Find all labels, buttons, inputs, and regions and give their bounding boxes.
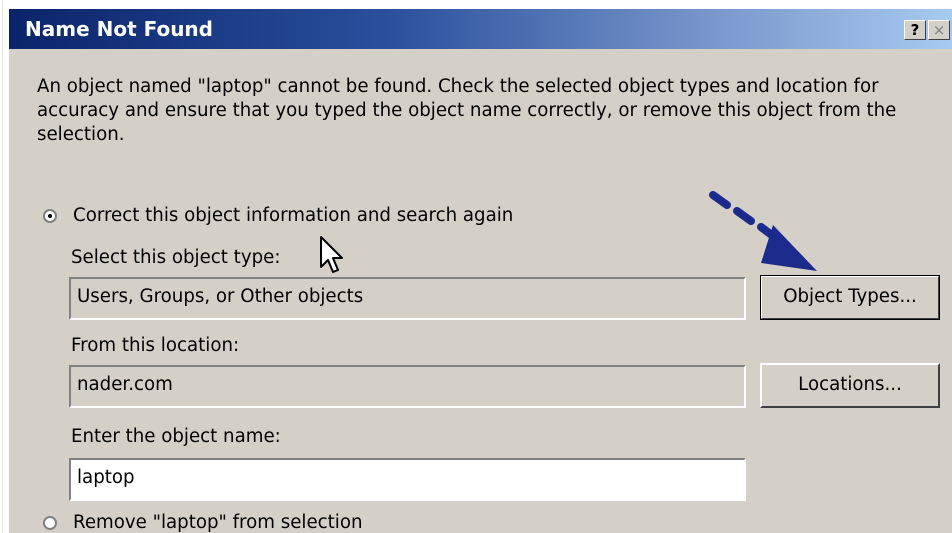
error-message: An object named "laptop" cannot be found… [37,76,897,145]
location-label: From this location: [71,335,240,356]
location-field: nader.com [69,365,746,408]
dashed-arrow-icon [709,191,817,271]
correct-option-radio[interactable] [43,209,57,223]
name-not-found-dialog: Name Not Found ? × An object named "lapt… [9,9,952,533]
correct-option-label[interactable]: Correct this object information and sear… [73,204,513,228]
remove-option-radio[interactable] [43,516,57,530]
object-type-label: Select this object type: [71,247,281,268]
help-button[interactable]: ? [904,20,926,40]
title-bar[interactable]: Name Not Found ? × [9,9,952,49]
object-type-field: Users, Groups, or Other objects [69,277,746,320]
dialog-title: Name Not Found [25,17,213,41]
radio-selected-dot [48,214,52,218]
remove-option-label[interactable]: Remove "laptop" from selection [73,511,363,533]
object-name-input[interactable]: laptop [69,458,746,501]
mouse-cursor-icon [320,236,343,273]
object-name-label: Enter the object name: [71,426,281,447]
locations-button[interactable]: Locations... [760,363,940,408]
background-edge [0,0,3,533]
close-button[interactable]: × [928,20,950,40]
